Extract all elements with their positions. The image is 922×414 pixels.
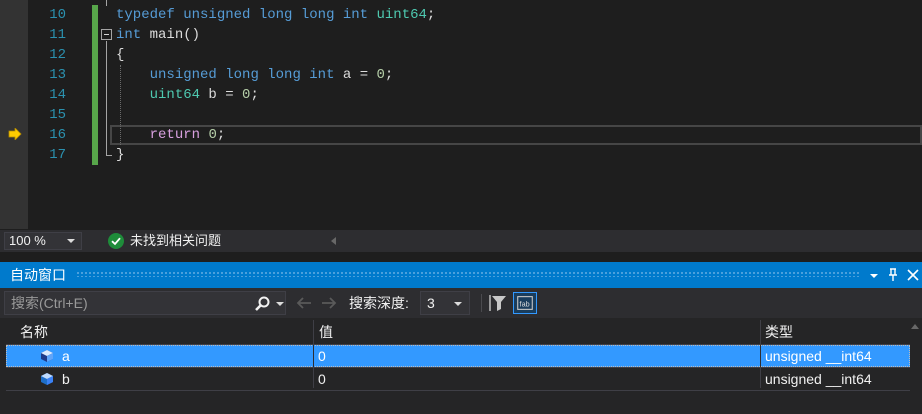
variable-icon xyxy=(41,373,53,385)
code-text: int main() xyxy=(116,27,201,43)
code-line[interactable]: 16 return 0; xyxy=(0,125,922,145)
code-text: { xyxy=(116,47,125,63)
line-number: 17 xyxy=(49,147,66,163)
titlebar-grip xyxy=(76,271,860,277)
window-position-dropdown-icon[interactable] xyxy=(866,266,882,284)
change-bar xyxy=(92,105,98,125)
line-number: 14 xyxy=(49,87,66,103)
change-bar xyxy=(92,65,98,85)
code-line[interactable]: 11 int main() xyxy=(0,25,922,45)
change-bar xyxy=(92,145,98,165)
search-forward-arrow-icon[interactable] xyxy=(318,292,340,314)
code-text: return 0; xyxy=(149,127,226,143)
line-number: 10 xyxy=(49,7,66,23)
change-bar xyxy=(92,85,98,105)
line-number: 11 xyxy=(49,27,66,43)
table-row[interactable]: a 0 unsigned __int64 xyxy=(6,345,910,367)
chevron-down-icon xyxy=(67,239,75,243)
change-bar xyxy=(92,25,98,45)
scroll-up-icon[interactable] xyxy=(911,324,919,329)
check-circle-icon[interactable] xyxy=(108,233,124,249)
code-line[interactable]: 12 { xyxy=(0,45,922,65)
row-name: a xyxy=(62,348,70,364)
instruction-pointer-arrow-icon xyxy=(8,128,22,140)
zoom-value: 100 % xyxy=(9,233,46,248)
code-line[interactable]: 17 } xyxy=(0,145,922,165)
search-icon[interactable] xyxy=(253,295,271,313)
search-back-arrow-icon[interactable] xyxy=(293,292,315,314)
column-header-name[interactable]: 名称 xyxy=(20,320,310,344)
row-value[interactable]: 0 xyxy=(318,369,326,389)
close-icon[interactable] xyxy=(905,266,921,284)
outline-line xyxy=(106,41,107,156)
autos-grid: 名称 值 类型 a 0 unsigned __int64 b 0 unsigne… xyxy=(0,320,922,414)
row-divider xyxy=(6,390,910,391)
scroll-left-icon[interactable] xyxy=(331,237,336,245)
tool-window-titlebar[interactable]: 自动窗口 xyxy=(0,262,922,288)
pin-icon[interactable] xyxy=(885,266,901,284)
search-depth-label: 搜索深度: xyxy=(349,295,409,311)
issues-status-text[interactable]: 未找到相关问题 xyxy=(130,233,221,249)
code-line[interactable]: 13 unsigned long long int a = 0; xyxy=(0,65,922,85)
code-text: typedef unsigned long long int uint64; xyxy=(116,7,436,23)
code-line[interactable]: 14 uint64 b = 0; xyxy=(0,85,922,105)
editor-status-bar: 100 % 未找到相关问题 xyxy=(0,230,922,252)
search-depth-value: 3 xyxy=(427,295,435,311)
change-bar xyxy=(92,45,98,65)
variable-icon xyxy=(41,350,53,362)
code-text: unsigned long long int a = 0; xyxy=(149,67,394,83)
outline-end xyxy=(106,155,112,156)
search-depth-select[interactable]: 3 xyxy=(420,291,470,315)
hex-display-toggle-icon[interactable]: fab xyxy=(513,292,537,314)
row-value[interactable]: 0 xyxy=(318,346,326,366)
code-line[interactable]: 10 typedef unsigned long long int uint64… xyxy=(0,5,922,25)
column-header-value[interactable]: 值 xyxy=(319,320,759,344)
row-type: unsigned __int64 xyxy=(765,348,872,364)
row-type: unsigned __int64 xyxy=(765,371,872,387)
indent-guide xyxy=(120,65,121,145)
change-bar xyxy=(92,5,98,25)
tool-window-title: 自动窗口 xyxy=(10,267,66,283)
line-number: 16 xyxy=(49,127,66,143)
outline-line xyxy=(106,0,107,6)
code-editor[interactable]: 10 typedef unsigned long long int uint64… xyxy=(0,0,922,229)
autos-toolbar: 搜索(Ctrl+E) 搜索深度: 3 fab xyxy=(0,288,922,318)
chevron-down-icon xyxy=(454,302,462,306)
filter-pin-icon[interactable] xyxy=(487,292,511,314)
search-options-dropdown-icon[interactable] xyxy=(276,302,284,306)
cell-divider xyxy=(760,345,761,367)
line-number: 13 xyxy=(49,67,66,83)
table-row[interactable]: b 0 unsigned __int64 xyxy=(6,368,910,390)
row-name: b xyxy=(62,371,70,387)
cell-divider xyxy=(313,345,314,367)
code-text: } xyxy=(116,147,125,163)
svg-text:fab: fab xyxy=(520,300,530,309)
autos-window: 自动窗口 搜索(Ctrl+E) 搜索深度: 3 fab 名称 值 类型 a 0 … xyxy=(0,262,922,414)
line-number: 15 xyxy=(49,107,66,123)
zoom-dropdown[interactable]: 100 % xyxy=(4,232,82,250)
code-text: uint64 b = 0; xyxy=(149,87,259,103)
toolbar-separator xyxy=(481,294,482,312)
search-placeholder: 搜索(Ctrl+E) xyxy=(11,295,88,311)
change-bar xyxy=(92,125,98,145)
search-input[interactable]: 搜索(Ctrl+E) xyxy=(4,291,286,315)
collapse-icon[interactable] xyxy=(101,29,112,40)
column-header-type[interactable]: 类型 xyxy=(765,320,905,344)
line-number: 12 xyxy=(49,47,66,63)
code-line[interactable]: 15 xyxy=(0,105,922,125)
